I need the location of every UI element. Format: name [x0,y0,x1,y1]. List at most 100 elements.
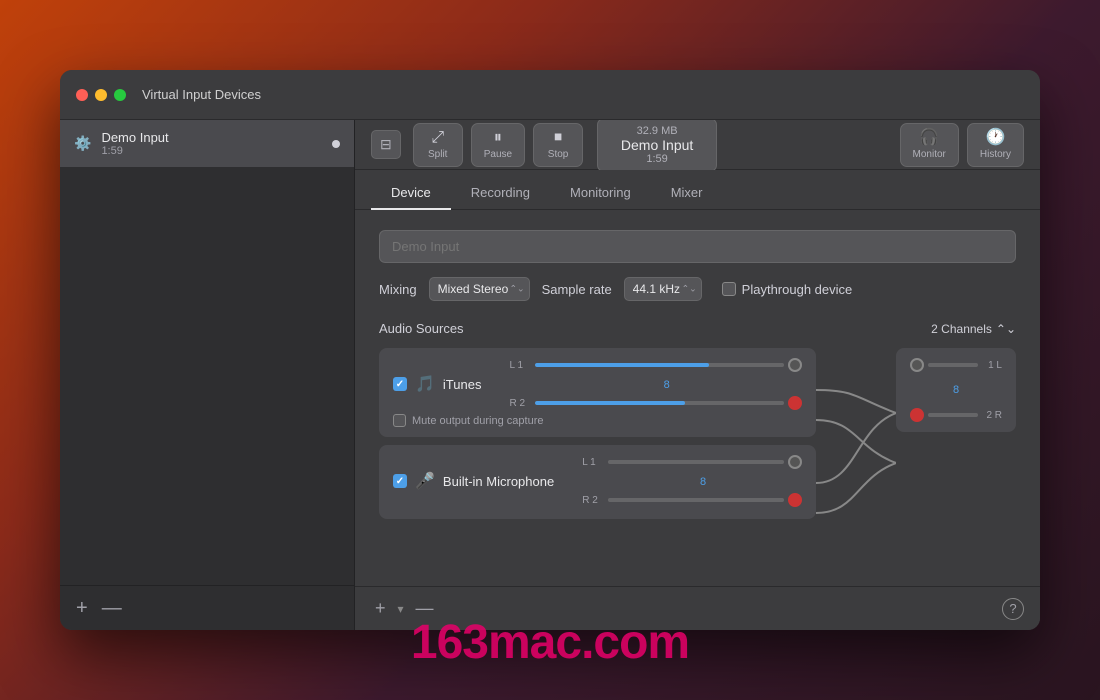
output-2r-row: 2 R [910,408,1002,422]
history-label: History [980,149,1011,160]
output-1l-row: 1 L [910,358,1002,372]
sample-label: Sample rate [542,282,612,297]
main-layout: ⚙️ Demo Input 1:59 + — ⊟ ⤢ Split [60,120,1040,630]
mixing-label: Mixing [379,282,417,297]
monitor-button[interactable]: 🎧 Monitor [900,123,959,167]
connector-svg [816,348,896,533]
traffic-lights [76,89,126,101]
stop-icon: ⏹ [554,130,562,146]
maximize-button[interactable] [114,89,126,101]
itunes-checkbox[interactable] [393,377,407,391]
itunes-l-label: L 1 [509,360,531,371]
mute-checkbox[interactable] [393,414,406,427]
source-item-itunes: 🎵 iTunes L 1 [379,348,816,437]
output-2r-bar [928,413,978,417]
output-2r-label: 2 R [982,410,1002,421]
mixing-select-wrapper: Mixed Stereo [429,277,530,301]
help-button[interactable]: ? [1002,598,1024,620]
output-1l-bar [928,363,978,367]
minimize-button[interactable] [95,89,107,101]
mic-link-icon: 8 [700,476,706,488]
sidebar-item-name: Demo Input [101,130,322,145]
mixing-select[interactable]: Mixed Stereo [429,277,530,301]
device-name-input[interactable] [379,230,1016,263]
tab-recording[interactable]: Recording [451,177,550,210]
input-display-name: Demo Input [621,137,693,153]
watermark: 163mac.com [411,615,689,670]
recording-time: 1:59 [646,153,667,165]
mic-link: 8 [604,472,802,490]
itunes-l-fill [535,363,709,367]
playthrough-checkbox[interactable] [722,282,736,296]
itunes-channels: L 1 8 [489,358,802,410]
mic-l-channel: L 1 [582,455,802,469]
tab-monitoring[interactable]: Monitoring [550,177,651,210]
output-1l-dot [910,358,924,372]
itunes-link: 8 [531,375,802,393]
input-display: 32.9 MB Demo Input 1:59 [597,120,717,172]
sample-select[interactable]: 44.1 kHz [624,277,702,301]
mic-name: Built-in Microphone [443,474,554,489]
mic-r-channel: R 2 [582,493,802,507]
output-2r-dot [910,408,924,422]
content-body: Mixing Mixed Stereo Sample rate 44.1 kHz [355,210,1040,586]
playthrough-label: Playthrough device [742,282,853,297]
sidebar-remove-button[interactable]: — [102,598,122,618]
stop-label: Stop [548,149,569,160]
itunes-row: 🎵 iTunes L 1 [393,358,802,410]
mic-checkbox[interactable] [393,474,407,488]
mic-l-bar [608,460,784,464]
itunes-l-dot [788,358,802,372]
sources-area: 🎵 iTunes L 1 [379,348,1016,533]
mute-label: Mute output during capture [412,415,543,427]
mic-l-label: L 1 [582,457,604,468]
close-button[interactable] [76,89,88,101]
mute-row: Mute output during capture [393,414,802,427]
content-area: ⊟ ⤢ Split ⏸ Pause ⏹ Stop 32.9 MB Demo In… [355,120,1040,630]
channels-control[interactable]: 2 Channels ⌃⌄ [931,322,1016,336]
itunes-r-fill [535,401,684,405]
main-window: Virtual Input Devices ⚙️ Demo Input 1:59… [60,70,1040,630]
split-icon: ⤢ [431,130,444,146]
split-button[interactable]: ⤢ Split [413,123,463,167]
sidebar-bottom: + — [60,585,354,630]
link-icon: 8 [664,379,670,391]
settings-icon: ⚙️ [74,135,91,152]
audio-sources-header: Audio Sources 2 Channels ⌃⌄ [379,321,1016,336]
recording-size: 32.9 MB [637,125,678,137]
pause-button[interactable]: ⏸ Pause [471,123,525,167]
itunes-r-channel: R 2 [509,396,802,410]
itunes-r-label: R 2 [509,398,531,409]
itunes-l-bar [535,363,784,367]
toolbar-right: 🎧 Monitor 🕐 History [900,123,1024,167]
sidebar-toggle-button[interactable]: ⊟ [371,130,401,159]
channels-label: 2 Channels [931,322,992,336]
channels-chevron: ⌃⌄ [996,322,1016,336]
mic-row: 🎤 Built-in Microphone L 1 [393,455,802,507]
mic-l-dot [788,455,802,469]
mixing-row: Mixing Mixed Stereo Sample rate 44.1 kHz [379,277,1016,301]
sources-left: 🎵 iTunes L 1 [379,348,816,519]
playthrough-wrapper: Playthrough device [722,282,853,297]
output-link: 8 [910,384,1002,396]
monitor-label: Monitor [913,149,946,160]
itunes-r-bar [535,401,784,405]
connector-area [816,348,896,533]
toolbar: ⊟ ⤢ Split ⏸ Pause ⏹ Stop 32.9 MB Demo In… [355,120,1040,170]
tab-mixer[interactable]: Mixer [651,177,723,210]
history-button[interactable]: 🕐 History [967,123,1024,167]
monitor-icon: 🎧 [919,130,939,146]
tab-device[interactable]: Device [371,177,451,210]
mic-r-bar [608,498,784,502]
output-1l-label: 1 L [982,360,1002,371]
add-source-button[interactable]: + [371,596,390,621]
stop-button[interactable]: ⏹ Stop [533,123,583,167]
sidebar-item-time: 1:59 [101,145,322,157]
split-label: Split [428,149,447,160]
sidebar-item-demo-input[interactable]: ⚙️ Demo Input 1:59 [60,120,354,167]
itunes-icon: 🎵 [415,374,435,394]
sidebar: ⚙️ Demo Input 1:59 + — [60,120,355,630]
sidebar-add-button[interactable]: + [76,598,88,618]
sidebar-item-indicator [332,140,340,148]
pause-label: Pause [484,149,512,160]
